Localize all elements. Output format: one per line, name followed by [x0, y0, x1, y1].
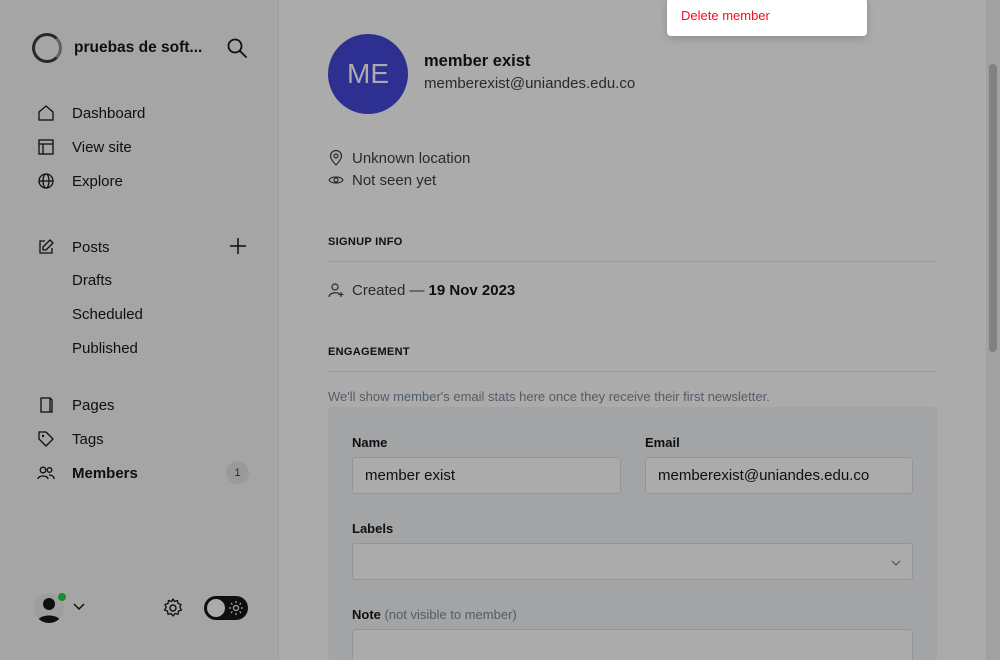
- delete-member-button[interactable]: Delete member: [681, 8, 770, 23]
- modal-backdrop[interactable]: [0, 0, 1000, 660]
- member-actions-dropdown: Delete member: [667, 0, 867, 36]
